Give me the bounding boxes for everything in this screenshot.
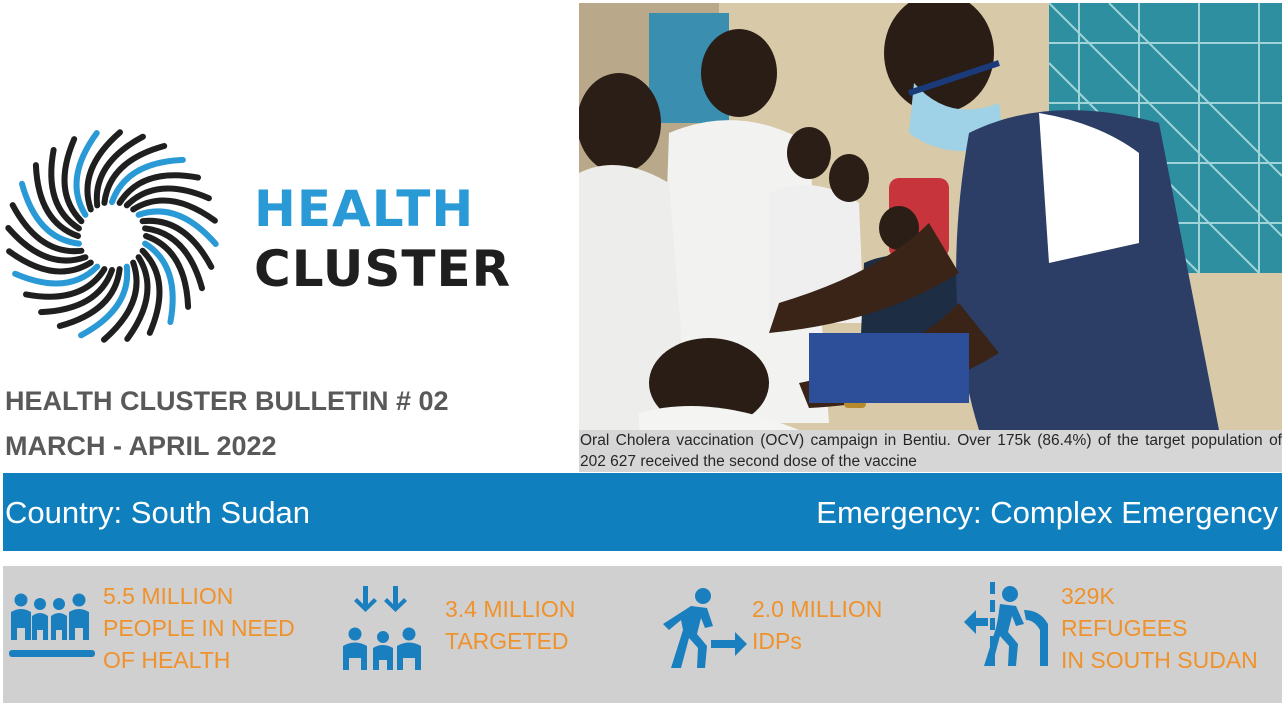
stat-refugees-line2: REFUGEES (1061, 615, 1188, 641)
stat-targeted-line2: TARGETED (445, 628, 569, 654)
stat-refugees: 329K REFUGEES IN SOUTH SUDAN (958, 566, 1282, 703)
stat-need-line2: PEOPLE IN NEED (103, 615, 295, 641)
stat-targeted-value: 3.4 MILLION (445, 596, 576, 622)
bulletin-title: HEALTH CLUSTER BULLETIN # 02 (5, 386, 449, 416)
targeted-people-icon (343, 586, 421, 670)
vaccination-photo (579, 3, 1282, 430)
photo-caption: Oral Cholera vaccination (OCV) campaign … (579, 430, 1282, 472)
country-label: Country: South Sudan (5, 495, 311, 530)
spiral-burst-logo-icon (5, 129, 219, 343)
stat-targeted: 3.4 MILLION TARGETED (333, 566, 653, 703)
key-figures-bar: 5.5 MILLION PEOPLE IN NEED OF HEALTH 3.4… (3, 566, 1282, 703)
bulletin-period: MARCH - APRIL 2022 (5, 431, 277, 461)
country-emergency-bar: Country: South Sudan Emergency: Complex … (3, 473, 1282, 551)
stat-need-value: 5.5 MILLION (103, 583, 234, 609)
logo-word-health: HEALTH (254, 180, 475, 238)
health-cluster-logo: HEALTH CLUSTER (4, 128, 524, 348)
stat-idps: 2.0 MILLION IDPs (653, 566, 953, 703)
refugee-crossing-border-icon (964, 582, 1048, 666)
stat-idps-value: 2.0 MILLION (752, 596, 883, 622)
stat-refugees-line3: IN SOUTH SUDAN (1061, 647, 1258, 673)
stat-people-in-need: 5.5 MILLION PEOPLE IN NEED OF HEALTH (3, 566, 333, 703)
stat-refugees-value: 329K (1061, 583, 1115, 609)
stat-idps-line2: IDPs (752, 628, 802, 654)
emergency-label: Emergency: Complex Emergency (816, 495, 1278, 530)
idp-person-walking-icon (663, 588, 747, 668)
logo-word-cluster: CLUSTER (254, 240, 512, 298)
people-in-need-icon (9, 593, 95, 657)
stat-need-line3: OF HEALTH (103, 647, 231, 673)
